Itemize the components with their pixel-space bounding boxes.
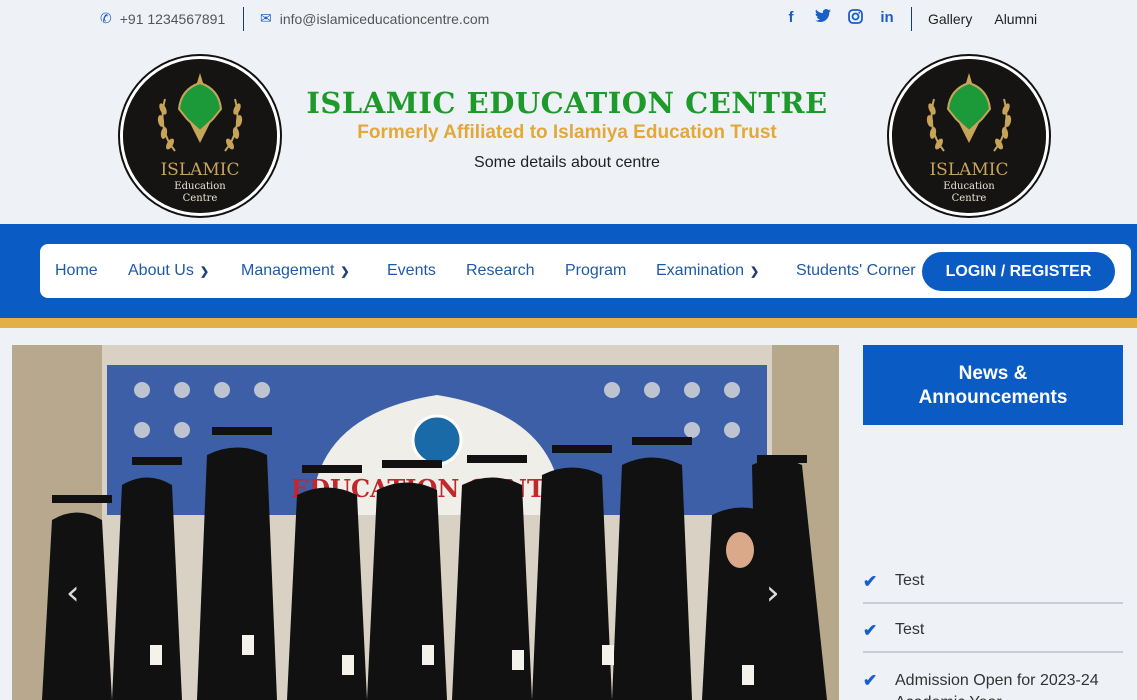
site-tagline: Some details about centre: [474, 154, 660, 171]
nav-item-program[interactable]: Program: [565, 262, 626, 280]
svg-text:Centre: Centre: [952, 193, 987, 204]
phone-contact[interactable]: ✆ +91 1234567891: [100, 10, 225, 27]
svg-text:ISLAMIC: ISLAMIC: [160, 160, 239, 180]
hero-slider[interactable]: EDUCATION CENTRE ‹ ›: [12, 345, 839, 700]
main-nav: Home About Us ❯ Management ❯ Events Resear…: [40, 244, 1131, 298]
login-register-button[interactable]: LOGIN / REGISTER: [922, 252, 1115, 291]
email-contact[interactable]: ✉ info@islamiceducationcentre.com: [260, 10, 489, 27]
social-links: f in: [782, 9, 896, 28]
svg-text:Education: Education: [943, 181, 995, 192]
top-links: Gallery Alumni: [928, 11, 1037, 27]
slider-next-arrow[interactable]: ›: [766, 573, 780, 613]
nav-item-management[interactable]: Management ❯: [241, 262, 350, 280]
divider: [243, 7, 244, 31]
graduation-group-photo: EDUCATION CENTRE: [12, 345, 839, 700]
alumni-link[interactable]: Alumni: [994, 11, 1037, 27]
nav-item-examination[interactable]: Examination ❯: [656, 262, 759, 280]
nav-item-events[interactable]: Events: [387, 262, 436, 280]
phone-number[interactable]: +91 1234567891: [120, 11, 226, 27]
news-item[interactable]: ✔ Admission Open for 2023-24 Academic Ye…: [863, 670, 1123, 700]
gallery-link[interactable]: Gallery: [928, 11, 972, 27]
checkmark-icon: ✔: [863, 671, 878, 690]
chevron-down-icon: ❯: [199, 266, 210, 278]
checkmark-icon: ✔: [863, 621, 878, 640]
instagram-icon[interactable]: [846, 9, 864, 28]
logo-emblem: ISLAMIC Education Centre: [123, 59, 277, 213]
divider: [911, 7, 912, 31]
slider-prev-arrow[interactable]: ‹: [66, 573, 80, 613]
news-heading: News & Announcements: [863, 345, 1123, 425]
svg-text:Centre: Centre: [183, 193, 218, 204]
email-address[interactable]: info@islamiceducationcentre.com: [280, 11, 490, 27]
nav-item-students-corner[interactable]: Students' Corner: [796, 262, 916, 280]
nav-item-about-us[interactable]: About Us ❯: [128, 262, 209, 280]
chevron-down-icon: ❯: [340, 266, 350, 278]
facebook-icon[interactable]: f: [782, 9, 800, 28]
svg-text:Education: Education: [174, 181, 226, 192]
news-item[interactable]: ✔ Test: [863, 572, 1123, 604]
svg-text:ISLAMIC: ISLAMIC: [929, 160, 1008, 180]
site-title: ISLAMIC EDUCATION CENTRE: [306, 86, 828, 120]
phone-icon: ✆: [100, 10, 112, 26]
logo-emblem: ISLAMIC Education Centre: [892, 59, 1046, 213]
envelope-icon: ✉: [260, 10, 272, 26]
logo-left[interactable]: ISLAMIC Education Centre: [120, 56, 280, 216]
linkedin-icon[interactable]: in: [878, 9, 896, 28]
chevron-down-icon: ❯: [750, 266, 760, 278]
twitter-icon[interactable]: [814, 9, 832, 28]
nav-item-research[interactable]: Research: [466, 262, 534, 280]
site-subtitle: Formerly Affiliated to Islamiya Educatio…: [357, 122, 777, 143]
news-item[interactable]: ✔ Test: [863, 621, 1123, 653]
checkmark-icon: ✔: [863, 572, 878, 591]
nav-item-home[interactable]: Home: [55, 262, 98, 280]
logo-right[interactable]: ISLAMIC Education Centre: [889, 56, 1049, 216]
nav-underline: [0, 318, 1137, 328]
news-panel: News & Announcements ✔ Test ✔ Test ✔ Adm…: [863, 345, 1123, 700]
top-bar: ✆ +91 1234567891 ✉ info@islamiceducation…: [0, 0, 1137, 40]
